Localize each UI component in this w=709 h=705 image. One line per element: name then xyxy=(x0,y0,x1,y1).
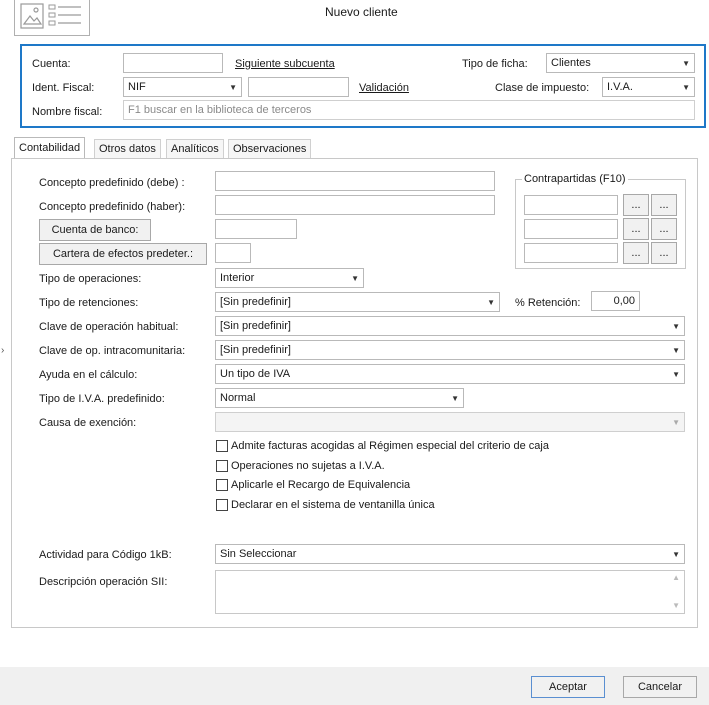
concepto-haber-input[interactable] xyxy=(215,195,495,215)
retencion-input[interactable]: 0,00 xyxy=(591,291,640,311)
tipo-iva-value: Normal xyxy=(220,392,256,404)
chevron-down-icon: ▼ xyxy=(672,346,680,355)
chevron-down-icon: ▼ xyxy=(351,274,359,283)
cartera-efectos-input[interactable] xyxy=(215,243,251,263)
window-title: Nuevo cliente xyxy=(325,5,398,19)
nombre-fiscal-label: Nombre fiscal: xyxy=(32,106,103,118)
tipo-iva-label: Tipo de I.V.A. predefinido: xyxy=(39,393,165,405)
descripcion-sii-textarea[interactable]: ▲ ▼ xyxy=(215,570,685,614)
chevron-down-icon: ▼ xyxy=(682,83,690,92)
tipo-ficha-value: Clientes xyxy=(551,57,591,69)
contrapartida-input-3[interactable] xyxy=(524,243,618,263)
contrapartida-input-2[interactable] xyxy=(524,219,618,239)
clave-intra-label: Clave de op. intracomunitaria: xyxy=(39,345,186,357)
scroll-up-icon[interactable]: ▲ xyxy=(672,573,680,582)
concepto-debe-input[interactable] xyxy=(215,171,495,191)
recargo-equivalencia-checkbox[interactable] xyxy=(216,479,228,491)
chevron-down-icon: ▼ xyxy=(229,83,237,92)
cuenta-label: Cuenta: xyxy=(32,58,71,70)
criterio-caja-label[interactable]: Admite facturas acogidas al Régimen espe… xyxy=(231,439,549,453)
tipo-operaciones-label: Tipo de operaciones: xyxy=(39,273,142,285)
actividad-select[interactable]: Sin Seleccionar ▼ xyxy=(215,544,685,564)
ayuda-calculo-label: Ayuda en el cálculo: xyxy=(39,369,138,381)
contrapartida-browse-3a[interactable]: ... xyxy=(623,242,649,264)
clave-intra-value: [Sin predefinir] xyxy=(220,344,291,356)
contrapartida-browse-1a[interactable]: ... xyxy=(623,194,649,216)
clave-habitual-value: [Sin predefinir] xyxy=(220,320,291,332)
contrapartida-browse-2a[interactable]: ... xyxy=(623,218,649,240)
app-logo xyxy=(14,0,90,36)
siguiente-subcuenta-link[interactable]: Siguiente subcuenta xyxy=(235,57,335,71)
concepto-haber-label: Concepto predefinido (haber): xyxy=(39,201,186,213)
chevron-down-icon: ▼ xyxy=(487,298,495,307)
tab-contabilidad[interactable]: Contabilidad xyxy=(14,137,86,159)
tab-otros-datos[interactable]: Otros datos xyxy=(94,139,161,159)
cuenta-input[interactable] xyxy=(123,53,223,73)
validacion-link[interactable]: Validación xyxy=(359,81,409,95)
scroll-down-icon[interactable]: ▼ xyxy=(672,601,680,610)
tab-observaciones[interactable]: Observaciones xyxy=(228,139,312,159)
ayuda-calculo-select[interactable]: Un tipo de IVA ▼ xyxy=(215,364,685,384)
descripcion-sii-label: Descripción operación SII: xyxy=(39,576,168,588)
tipo-operaciones-select[interactable]: Interior ▼ xyxy=(215,268,364,288)
ident-fiscal-value: NIF xyxy=(128,81,146,93)
causa-exencion-select[interactable]: ▼ xyxy=(215,412,685,432)
recargo-equivalencia-label[interactable]: Aplicarle el Recargo de Equivalencia xyxy=(231,478,410,492)
concepto-debe-label: Concepto predefinido (debe) : xyxy=(39,177,185,189)
aceptar-button[interactable]: Aceptar xyxy=(531,676,605,698)
cancelar-button[interactable]: Cancelar xyxy=(623,676,697,698)
clave-habitual-label: Clave de operación habitual: xyxy=(39,321,179,333)
clave-intra-select[interactable]: [Sin predefinir] ▼ xyxy=(215,340,685,360)
chevron-down-icon: ▼ xyxy=(682,59,690,68)
expand-arrow-icon[interactable]: › xyxy=(1,344,4,358)
ident-fiscal-select[interactable]: NIF ▼ xyxy=(123,77,242,97)
nombre-fiscal-input[interactable]: F1 buscar en la biblioteca de terceros xyxy=(123,100,695,120)
retencion-label: % Retención: xyxy=(515,297,581,309)
cartera-efectos-button[interactable]: Cartera de efectos predeter.: xyxy=(39,243,207,265)
tipo-operaciones-value: Interior xyxy=(220,272,255,284)
contrapartidas-title: Contrapartidas (F10) xyxy=(522,172,628,186)
cuenta-banco-input[interactable] xyxy=(215,219,297,239)
clave-habitual-select[interactable]: [Sin predefinir] ▼ xyxy=(215,316,685,336)
chevron-down-icon: ▼ xyxy=(451,394,459,403)
chevron-down-icon: ▼ xyxy=(672,370,680,379)
tipo-ficha-label: Tipo de ficha: xyxy=(462,58,528,70)
chevron-down-icon: ▼ xyxy=(672,322,680,331)
clase-impuesto-label: Clase de impuesto: xyxy=(495,82,590,94)
ident-number-input[interactable] xyxy=(248,77,349,97)
clase-impuesto-value: I.V.A. xyxy=(607,81,633,93)
ventanilla-unica-label[interactable]: Declarar en el sistema de ventanilla úni… xyxy=(231,498,435,512)
no-sujetas-label[interactable]: Operaciones no sujetas a I.V.A. xyxy=(231,459,385,473)
tipo-retenciones-select[interactable]: [Sin predefinir] ▼ xyxy=(215,292,500,312)
ayuda-calculo-value: Un tipo de IVA xyxy=(220,368,291,380)
tipo-iva-select[interactable]: Normal ▼ xyxy=(215,388,464,408)
contrapartida-browse-1b[interactable]: ... xyxy=(651,194,677,216)
no-sujetas-checkbox[interactable] xyxy=(216,460,228,472)
contrapartida-input-1[interactable] xyxy=(524,195,618,215)
ident-fiscal-label: Ident. Fiscal: xyxy=(32,82,95,94)
contrapartida-browse-3b[interactable]: ... xyxy=(651,242,677,264)
tipo-ficha-select[interactable]: Clientes ▼ xyxy=(546,53,695,73)
tipo-retenciones-value: [Sin predefinir] xyxy=(220,296,291,308)
cuenta-banco-button[interactable]: Cuenta de banco: xyxy=(39,219,151,241)
chevron-down-icon: ▼ xyxy=(672,418,680,427)
chevron-down-icon: ▼ xyxy=(672,550,680,559)
actividad-label: Actividad para Código 1kB: xyxy=(39,549,172,561)
tipo-retenciones-label: Tipo de retenciones: xyxy=(39,297,139,309)
causa-exencion-label: Causa de exención: xyxy=(39,417,137,429)
actividad-value: Sin Seleccionar xyxy=(220,548,297,560)
ventanilla-unica-checkbox[interactable] xyxy=(216,499,228,511)
criterio-caja-checkbox[interactable] xyxy=(216,440,228,452)
document-card-icon xyxy=(20,3,81,29)
tab-analiticos[interactable]: Analíticos xyxy=(166,139,224,159)
contrapartida-browse-2b[interactable]: ... xyxy=(651,218,677,240)
clase-impuesto-select[interactable]: I.V.A. ▼ xyxy=(602,77,695,97)
